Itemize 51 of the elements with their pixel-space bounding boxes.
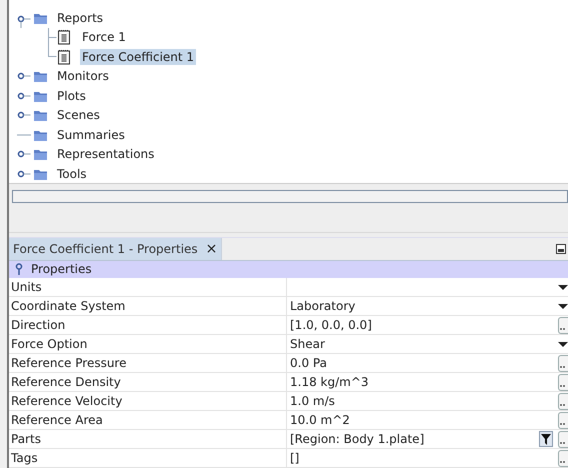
tree-item[interactable]: Reports <box>55 10 106 26</box>
more-button[interactable] <box>558 412 568 428</box>
property-name: Reference Density <box>9 373 287 391</box>
property-name: Reference Velocity <box>9 392 287 410</box>
tree-item[interactable]: Summaries <box>55 126 127 143</box>
folder-icon <box>33 69 48 84</box>
property-value: 1.0 m/s <box>290 394 335 408</box>
tree-item[interactable]: Tools <box>55 166 89 182</box>
property-name: Units <box>9 278 287 296</box>
property-name: Force Option <box>9 335 287 353</box>
more-button[interactable] <box>558 430 568 448</box>
property-value: 1.18 kg/m^3 <box>290 375 369 389</box>
tree-item[interactable]: Monitors <box>55 68 111 84</box>
tree-item[interactable]: Scenes <box>55 107 102 124</box>
property-name: Coordinate System <box>9 297 287 315</box>
property-value: 10.0 m^2 <box>290 413 350 427</box>
property-value: 0.0 Pa <box>290 356 327 370</box>
property-name: Reference Pressure <box>9 354 287 372</box>
tree-item[interactable]: Force Coefficient 1 <box>80 48 196 65</box>
property-name: Parts <box>9 430 287 448</box>
close-button[interactable]: × <box>206 240 218 257</box>
more-button[interactable] <box>558 392 568 410</box>
properties-tab[interactable]: Force Coefficient 1 - Properties × <box>9 238 222 260</box>
dropdown-arrow-icon <box>558 284 568 290</box>
tree-item[interactable]: Plots <box>55 88 88 104</box>
tree-item[interactable]: Representations <box>55 146 156 162</box>
more-button[interactable] <box>558 316 568 334</box>
property-value: [] <box>290 451 300 465</box>
property-value: Shear <box>290 337 325 351</box>
folder-icon <box>33 108 48 122</box>
text-field[interactable] <box>12 190 568 203</box>
dropdown-arrow-icon <box>558 342 568 346</box>
section-title: Properties <box>31 262 92 276</box>
report-icon <box>57 29 71 46</box>
property-name: Reference Area <box>9 411 287 429</box>
property-value: [1.0, 0.0, 0.0] <box>290 318 372 332</box>
property-name: Tags <box>9 449 287 467</box>
funnel-icon <box>541 434 551 444</box>
property-value: Laboratory <box>290 299 356 313</box>
filter-button[interactable] <box>539 431 553 447</box>
property-value: [Region: Body 1.plate] <box>290 432 424 446</box>
more-button[interactable] <box>558 374 568 390</box>
more-button[interactable] <box>558 354 568 372</box>
property-name: Direction <box>9 316 287 334</box>
report-icon <box>57 48 71 65</box>
dropdown-arrow-icon <box>558 304 568 308</box>
folder-icon <box>33 147 48 162</box>
collapse-handle-icon <box>15 263 23 276</box>
minimize-icon <box>556 244 566 254</box>
tree-item[interactable]: Force 1 <box>80 29 128 46</box>
more-button[interactable] <box>558 450 568 466</box>
